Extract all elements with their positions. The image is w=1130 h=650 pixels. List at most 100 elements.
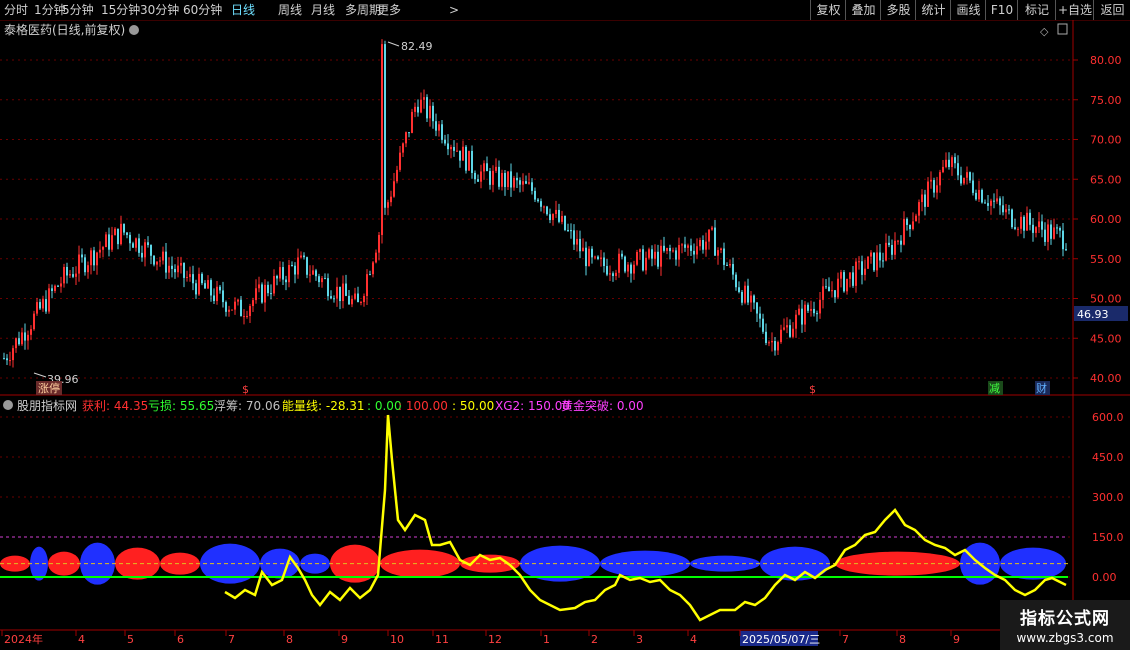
energy-line — [224, 414, 1067, 622]
candle-body — [924, 194, 926, 207]
candle-body — [129, 234, 131, 244]
period-5[interactable]: 60分钟 — [183, 2, 222, 18]
time-label: 9 — [953, 633, 960, 646]
candle-body — [411, 111, 413, 133]
marker-reduce[interactable]: 减 — [989, 382, 1000, 395]
marker-limit-up[interactable]: 涨停 — [38, 381, 60, 395]
period-7[interactable]: 周线 — [278, 2, 302, 18]
current-price-label: 46.93 — [1077, 308, 1109, 321]
candle-body — [45, 299, 47, 312]
candle-body — [543, 206, 545, 208]
candle-body — [720, 248, 722, 251]
candle-body — [216, 286, 218, 302]
candle-body — [165, 251, 167, 273]
candle-body — [528, 182, 530, 184]
candle-body — [63, 266, 65, 284]
candle-body — [630, 264, 632, 274]
toolbar-button-2[interactable]: 多股 — [880, 0, 916, 20]
candle-body — [525, 181, 527, 184]
candle-body — [732, 264, 734, 275]
toolbar-button-3[interactable]: 统计 — [915, 0, 951, 20]
candle-body — [405, 132, 407, 144]
candle-body — [930, 180, 932, 182]
toolbar-button-6[interactable]: 标记 — [1017, 0, 1056, 20]
time-axis: 2024年 4 5 6 7 8 9 10 11 12 1 2 3 4 2025/05/07/三 7 8 9 — [1, 630, 960, 646]
candle-body — [210, 280, 212, 296]
candle-body — [462, 146, 464, 161]
period-9[interactable]: 多周期 — [345, 2, 381, 18]
candle-body — [753, 295, 755, 303]
candle-body — [3, 358, 5, 360]
candle-body — [1023, 216, 1025, 231]
candle-body — [231, 309, 233, 311]
candle-body — [504, 172, 506, 188]
marker-dollar-2[interactable]: $ — [809, 383, 816, 396]
period-6[interactable]: 日线 — [231, 2, 255, 18]
candle-body — [1029, 212, 1031, 225]
title-menu-icon[interactable] — [129, 25, 139, 35]
candle-body — [420, 99, 422, 113]
candle-body — [492, 170, 494, 185]
time-label: 7 — [228, 633, 235, 646]
period-2[interactable]: 5分钟 — [62, 2, 94, 18]
toolbar-button-4[interactable]: 画线 — [950, 0, 986, 20]
candle-body — [960, 175, 962, 184]
toolbar-button-1[interactable]: 叠加 — [845, 0, 881, 20]
toolbar-button-8[interactable]: 返回 — [1093, 0, 1130, 20]
candle-body — [219, 286, 221, 291]
candle-body — [141, 252, 143, 258]
candle-body — [174, 268, 176, 273]
indicator-tick-label: 300.0 — [1092, 491, 1124, 504]
toolbar-button-0[interactable]: 复权 — [810, 0, 846, 20]
more-arrow-icon[interactable]: > — [449, 2, 459, 18]
candle-body — [192, 274, 194, 284]
price-tick-label: 70.00 — [1090, 134, 1122, 147]
marker-finance[interactable]: 财 — [1036, 381, 1047, 395]
candle-body — [981, 189, 983, 203]
period-1[interactable]: 1分钟 — [34, 2, 66, 18]
period-0[interactable]: 分时 — [4, 2, 28, 18]
candle-body — [30, 329, 32, 335]
candle-body — [306, 257, 308, 275]
candle-body — [795, 314, 797, 329]
time-label: 2 — [591, 633, 598, 646]
toolbar-button-5[interactable]: F10 — [985, 0, 1018, 20]
high-pointer — [387, 41, 400, 47]
candle-body — [585, 247, 587, 267]
candle-body — [1020, 216, 1022, 229]
candle-body — [633, 264, 635, 274]
candle-body — [882, 260, 884, 262]
candle-body — [381, 44, 383, 235]
chart-canvas: 泰格医药(日线,前复权) ◇ 80.0075.0070.0065.0060.00… — [0, 20, 1130, 646]
candle-body — [402, 143, 404, 153]
period-3[interactable]: 15分钟 — [101, 2, 140, 18]
candle-body — [951, 157, 953, 168]
candle-body — [534, 190, 536, 200]
time-label: 1 — [543, 633, 550, 646]
diamond-icon[interactable]: ◇ — [1040, 25, 1049, 38]
candle-body — [657, 251, 659, 267]
candle-body — [477, 179, 479, 182]
candle-body — [366, 274, 368, 297]
period-4[interactable]: 30分钟 — [140, 2, 179, 18]
candle-body — [558, 209, 560, 222]
candle-body — [582, 247, 584, 252]
price-tick-label: 80.00 — [1090, 54, 1122, 67]
candle-body — [186, 276, 188, 278]
maximize-icon[interactable] — [1057, 23, 1068, 35]
price-tick-label: 60.00 — [1090, 213, 1122, 226]
period-8[interactable]: 月线 — [311, 2, 335, 18]
price-tick-label: 40.00 — [1090, 372, 1122, 385]
candle-body — [1056, 227, 1058, 229]
time-label: 4 — [78, 633, 85, 646]
candle-body — [1026, 212, 1028, 231]
indicator-menu-icon[interactable] — [3, 400, 13, 410]
toolbar-button-7[interactable]: +自选 — [1055, 0, 1094, 20]
price-axis-labels: 80.00 75.00 70.00 65.00 60.00 55.00 50.00 45.00… — [1073, 54, 1122, 385]
period-10[interactable]: 更多 — [377, 2, 401, 18]
candle-body — [36, 302, 38, 314]
candle-body — [321, 278, 323, 283]
candle-body — [15, 338, 17, 349]
marker-dollar-1[interactable]: $ — [242, 383, 249, 396]
candle-body — [906, 218, 908, 225]
